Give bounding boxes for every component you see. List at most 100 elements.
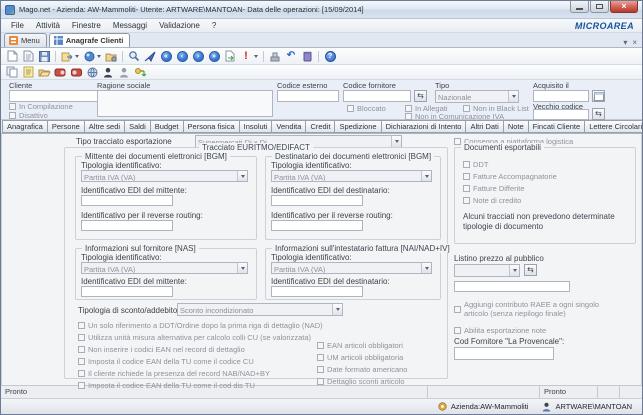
opt-ean-tu-coddis-checkbox[interactable]: Imposta il codice EAN della TU come il c… — [78, 381, 323, 390]
close-button[interactable]: × — [610, 1, 638, 13]
tab-close-button[interactable]: × — [632, 38, 637, 47]
nav-next-icon[interactable]: › — [190, 49, 206, 63]
exit-key-icon[interactable] — [132, 65, 148, 79]
opt-date-americano-checkbox[interactable]: Date formato americano — [317, 365, 407, 374]
tab-persone[interactable]: Persone — [47, 120, 85, 133]
tab-anagrafica[interactable]: Anagrafica — [2, 120, 48, 133]
destinatario-routing-input[interactable] — [271, 220, 363, 231]
tab-note[interactable]: Note — [503, 120, 529, 133]
user-dark-icon[interactable] — [100, 65, 116, 79]
menu-messaggi[interactable]: Messaggi — [107, 21, 153, 30]
send-icon[interactable] — [142, 49, 158, 63]
new-document-icon[interactable] — [4, 49, 20, 63]
opt-nad-checkbox[interactable]: Un solo riferimento a DDT/Ordine dopo la… — [78, 321, 323, 330]
opt-nab-nad-by-checkbox[interactable]: Il cliente richiede la presenza del reco… — [78, 369, 323, 378]
sconto-select[interactable]: Sconto incondizionato — [177, 303, 343, 316]
opt-ean-obbligatori-checkbox[interactable]: EAN articoli obbligatori — [317, 341, 407, 350]
export-dropdown-icon[interactable] — [75, 55, 79, 58]
maximize-button[interactable] — [590, 1, 609, 13]
disattivo-checkbox[interactable]: Disattivo — [9, 111, 48, 120]
tab-altre-sedi[interactable]: Altre sedi — [84, 120, 125, 133]
web-icon[interactable] — [84, 65, 100, 79]
mittente-routing-input[interactable] — [81, 220, 173, 231]
vecchio-codice-lookup-button[interactable]: ⇆ — [592, 108, 605, 120]
vecchio-codice-input[interactable] — [533, 109, 589, 120]
undo-icon[interactable]: ↶ — [283, 49, 299, 63]
tab-budget[interactable]: Budget — [150, 120, 184, 133]
opt-no-ean-checkbox[interactable]: Non inserire i codici EAN nel record di … — [78, 345, 323, 354]
footer-utente[interactable]: ARTWARE\MANTOAN — [542, 402, 632, 412]
destinatario-edi-input[interactable] — [271, 195, 363, 206]
codice-esterno-input[interactable] — [277, 90, 339, 102]
codice-fornitore-lookup-button[interactable]: ⇆ — [414, 90, 427, 102]
mittente-tipologia-select[interactable]: Partita IVA (VA) — [81, 170, 248, 182]
tab-lettere-circolari[interactable]: Lettere Circolari — [584, 120, 643, 133]
destinatario-tipologia-select[interactable]: Partita IVA (VA) — [271, 170, 432, 182]
tab-dichiarazioni[interactable]: Dichiarazioni di Intento — [381, 120, 467, 133]
menu-finestre[interactable]: Finestre — [66, 21, 107, 30]
validate-icon[interactable]: ! — [238, 49, 254, 63]
minimize-button[interactable] — [570, 1, 589, 13]
listino-descrizione-input[interactable] — [454, 281, 570, 292]
browse-settings-icon[interactable] — [103, 49, 119, 63]
new-from-template-icon[interactable] — [20, 49, 36, 63]
intestatario-tipologia-select[interactable]: Partita IVA (VA) — [271, 262, 432, 274]
codice-fornitore-input[interactable] — [343, 90, 411, 102]
raee-checkbox[interactable]: Aggiungi contributo RAEE a ogni singolo … — [454, 300, 614, 318]
opt-um-alternativa-checkbox[interactable]: Utilizza unità misura alternativa per ca… — [78, 333, 323, 342]
bloccato-checkbox[interactable]: Bloccato — [347, 104, 386, 113]
acquisito-il-input[interactable] — [533, 90, 589, 102]
calendar-button[interactable] — [592, 90, 605, 102]
tab-credit[interactable]: Credit — [305, 120, 335, 133]
fatture-accompagnatorie-checkbox[interactable]: Fatture Accompagnatorie — [463, 172, 557, 181]
search-dropdown-icon[interactable] — [97, 55, 101, 58]
nav-last-icon[interactable]: » — [206, 49, 222, 63]
in-compilazione-checkbox[interactable]: In Compilazione — [9, 102, 73, 111]
search-data-icon[interactable] — [81, 49, 97, 63]
tab-spedizione[interactable]: Spedizione — [334, 120, 381, 133]
tab-vendita[interactable]: Vendita — [271, 120, 306, 133]
tab-menu[interactable]: Menu — [4, 33, 47, 47]
ragione-sociale-input[interactable] — [97, 90, 273, 117]
camera-red2-icon[interactable] — [68, 65, 84, 79]
tab-saldi[interactable]: Saldi — [124, 120, 151, 133]
notes-icon[interactable] — [20, 65, 36, 79]
tab-insoluti[interactable]: Insoluti — [239, 120, 273, 133]
save-icon[interactable] — [36, 49, 52, 63]
fornitore-edi-input[interactable] — [81, 286, 173, 297]
goto-record-icon[interactable] — [222, 49, 238, 63]
note-di-credito-checkbox[interactable]: Note di credito — [463, 196, 557, 205]
opt-dettaglio-sconti-checkbox[interactable]: Dettaglio sconti articolo — [317, 377, 407, 386]
abilita-esportazione-note-checkbox[interactable]: Abilita esportazione note — [454, 326, 546, 335]
fornitore-tipologia-select[interactable]: Partita IVA (VA) — [81, 262, 248, 274]
fatture-differite-checkbox[interactable]: Fatture Differite — [463, 184, 557, 193]
tipo-select[interactable]: Nazionale — [435, 90, 519, 103]
listino-lookup-button[interactable]: ⇆ — [524, 264, 537, 276]
listino-select[interactable] — [454, 264, 520, 277]
cod-fornitore-provencale-input[interactable] — [454, 347, 554, 360]
camera-red-icon[interactable] — [52, 65, 68, 79]
print-icon[interactable] — [267, 49, 283, 63]
intestatario-edi-input[interactable] — [271, 286, 363, 297]
tab-anagrafe-clienti[interactable]: Anagrafe Clienti — [49, 33, 131, 47]
non-comunicazione-iva-checkbox[interactable]: Non in Comunicazione IVA — [405, 112, 504, 121]
copy-record-icon[interactable] — [4, 65, 20, 79]
help-icon[interactable]: ? — [322, 49, 338, 63]
menu-validazione[interactable]: Validazione — [153, 21, 206, 30]
menu-help[interactable]: ? — [206, 21, 222, 30]
footer-azienda[interactable]: Azienda:AW-Mammoliti — [438, 402, 529, 411]
menu-file[interactable]: File — [5, 21, 30, 30]
user-gray-icon[interactable] — [116, 65, 132, 79]
tab-altri-dati[interactable]: Altri Dati — [465, 120, 503, 133]
validate-dropdown-icon[interactable] — [254, 55, 258, 58]
open-folder-icon[interactable] — [36, 65, 52, 79]
ddt-checkbox[interactable]: DDT — [463, 160, 557, 169]
menu-attivita[interactable]: Attività — [30, 21, 66, 30]
opt-um-obbligatoria-checkbox[interactable]: UM articoli obbligatoria — [317, 353, 407, 362]
tab-fincati-cliente[interactable]: Fincati Cliente — [528, 120, 586, 133]
tab-list-dropdown[interactable]: ▾ — [623, 38, 627, 47]
tab-persona-fisica[interactable]: Persona fisica — [183, 120, 240, 133]
export-icon[interactable] — [59, 49, 75, 63]
nav-first-icon[interactable]: « — [158, 49, 174, 63]
find-icon[interactable] — [126, 49, 142, 63]
